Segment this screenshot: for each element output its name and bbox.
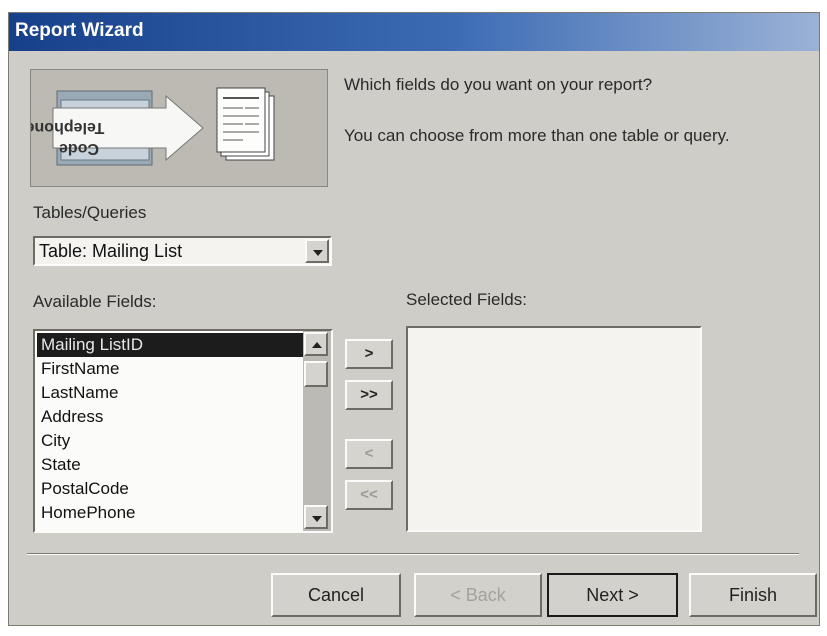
wizard-graphic: Telephone Code bbox=[25, 69, 328, 187]
cancel-button[interactable]: Cancel bbox=[271, 573, 401, 617]
available-field-item[interactable]: LastName bbox=[37, 381, 305, 405]
available-fields-scrollbar[interactable] bbox=[303, 331, 331, 531]
report-wizard-dialog: Report Wizard Telephone Code Which field… bbox=[8, 12, 820, 626]
finish-button[interactable]: Finish bbox=[689, 573, 817, 617]
tables-queries-value: Table: Mailing List bbox=[39, 241, 183, 261]
window-title: Report Wizard bbox=[15, 20, 144, 41]
title-bar: Report Wizard bbox=[9, 13, 819, 51]
add-all-fields-button[interactable]: >> bbox=[345, 380, 393, 410]
back-button[interactable]: < Back bbox=[414, 573, 542, 617]
dropdown-button[interactable] bbox=[305, 239, 329, 263]
remove-field-button[interactable]: < bbox=[345, 439, 393, 469]
arrow-up-icon bbox=[312, 342, 322, 348]
graphic-label-2: Code bbox=[59, 140, 99, 157]
available-field-item[interactable]: FirstName bbox=[37, 357, 305, 381]
remove-all-fields-button[interactable]: << bbox=[345, 480, 393, 510]
available-fields-items: Mailing ListID FirstName LastName Address Ci… bbox=[37, 333, 305, 525]
available-field-item[interactable]: Address bbox=[37, 405, 305, 429]
tables-to-report-illustration: Telephone Code bbox=[25, 87, 275, 166]
selected-fields-list[interactable] bbox=[406, 326, 702, 532]
available-field-item[interactable]: HomePhone bbox=[37, 501, 305, 525]
available-fields-label: Available Fields: bbox=[33, 292, 157, 311]
scroll-thumb[interactable] bbox=[304, 361, 328, 387]
arrow-down-icon bbox=[312, 516, 322, 522]
graphic-label-1: Telephone bbox=[31, 119, 104, 136]
wizard-hint: You can choose from more than one table … bbox=[344, 126, 730, 145]
next-button[interactable]: Next > bbox=[547, 573, 678, 617]
available-fields-list[interactable]: Mailing ListID FirstName LastName Address Ci… bbox=[33, 329, 333, 533]
scroll-down-button[interactable] bbox=[304, 505, 328, 529]
tables-queries-label: Tables/Queries bbox=[33, 203, 147, 222]
wizard-question: Which fields do you want on your report? bbox=[344, 75, 653, 94]
chevron-down-icon bbox=[313, 250, 323, 256]
selected-fields-label: Selected Fields: bbox=[406, 290, 527, 309]
available-field-item[interactable]: Mailing ListID bbox=[37, 333, 305, 357]
add-field-button[interactable]: > bbox=[345, 339, 393, 369]
available-field-item[interactable]: State bbox=[37, 453, 305, 477]
available-field-item[interactable]: PostalCode bbox=[37, 477, 305, 501]
tables-queries-dropdown[interactable]: Table: Mailing List bbox=[33, 236, 332, 266]
scroll-up-button[interactable] bbox=[304, 332, 328, 356]
available-field-item[interactable]: City bbox=[37, 429, 305, 453]
separator bbox=[27, 553, 799, 555]
